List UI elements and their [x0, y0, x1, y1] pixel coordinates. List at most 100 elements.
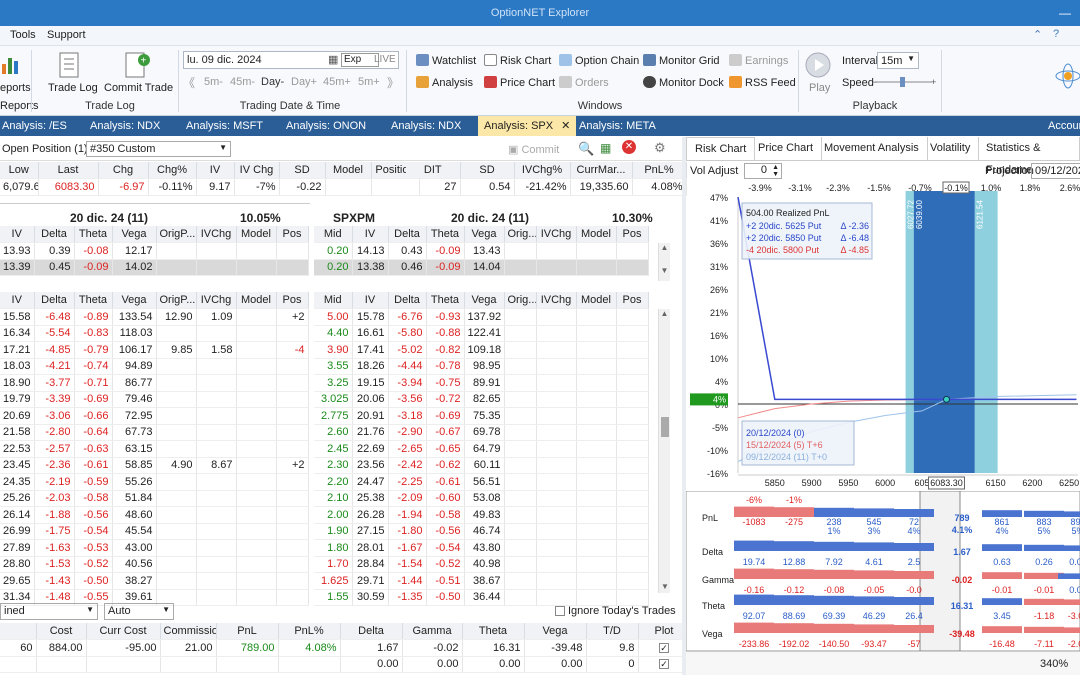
- close-icon[interactable]: ✕: [561, 120, 570, 132]
- tab-analysis-spx[interactable]: Analysis: SPX ✕: [478, 116, 577, 136]
- table-row[interactable]: 2.00 26.28 -1.94 -0.58 49.83: [314, 506, 649, 524]
- table-row[interactable]: 3.90 17.41 -5.02 -0.82 109.18: [314, 341, 649, 359]
- table-row[interactable]: 3.25 19.15 -3.94 -0.75 89.91: [314, 374, 649, 392]
- table-row[interactable]: 1.90 27.15 -1.80 -0.56 46.74: [314, 523, 649, 540]
- table-row[interactable]: 0.20 14.13 0.43 -0.09 13.43: [314, 242, 649, 260]
- orders-button[interactable]: Orders: [559, 76, 609, 89]
- tab-analysis-meta[interactable]: Analysis: META: [577, 116, 658, 136]
- table-row[interactable]: 1.625 29.71 -1.44 -0.51 38.67: [314, 572, 649, 590]
- table-row[interactable]: 24.35 -2.19 -0.59 55.26: [0, 473, 309, 491]
- calendar-icon[interactable]: ▦: [328, 53, 338, 66]
- step-day-fwd[interactable]: Day+: [291, 76, 317, 88]
- table-row[interactable]: 0.20 13.38 0.46 -0.09 14.04: [314, 259, 649, 276]
- table-row[interactable]: 21.58 -2.80 -0.64 67.73: [0, 424, 309, 441]
- export-icon[interactable]: ▦: [600, 141, 611, 155]
- position-select[interactable]: #350 Custom ▼: [86, 141, 231, 157]
- watchlist-button[interactable]: Watchlist: [416, 54, 476, 67]
- option-chain-button[interactable]: Option Chain: [559, 54, 639, 67]
- table-row[interactable]: 28.80 -1.53 -0.52 40.56: [0, 556, 309, 573]
- table-row[interactable]: 2.10 25.38 -2.09 -0.60 53.08: [314, 490, 649, 507]
- rss-feed-button[interactable]: RSS Feed: [729, 76, 796, 89]
- risk-chart-button[interactable]: Risk Chart: [484, 54, 551, 67]
- table-row[interactable]: 18.03 -4.21 -0.74 94.89: [0, 358, 309, 375]
- table-row[interactable]: 3.55 18.26 -4.44 -0.78 98.95: [314, 358, 649, 375]
- tab-statistics[interactable]: Statistics & Fundame: [978, 137, 1080, 176]
- table-row[interactable]: 17.21 -4.85 -0.79 106.17 9.85 1.58 -4: [0, 341, 309, 359]
- main-chain-scrollbar[interactable]: ▲ ▼: [658, 309, 670, 593]
- step-5m-fwd[interactable]: 5m+: [358, 76, 380, 88]
- search-icon[interactable]: 🔍: [578, 141, 594, 157]
- play-icon[interactable]: [805, 52, 831, 81]
- tab-risk-chart[interactable]: Risk Chart: [686, 137, 756, 160]
- table-row[interactable]: 2.45 22.69 -2.65 -0.65 64.79: [314, 440, 649, 458]
- auto-combo[interactable]: Auto ▼: [104, 603, 174, 620]
- table-row[interactable]: 3.025 20.06 -3.56 -0.72 82.65: [314, 391, 649, 408]
- tab-account[interactable]: Accoun: [1046, 116, 1080, 136]
- table-row[interactable]: 19.79 -3.39 -0.69 79.46: [0, 391, 309, 408]
- speed-slider[interactable]: − +: [872, 76, 938, 88]
- step-forward-icon[interactable]: 》: [387, 74, 399, 91]
- tab-analysis-onon[interactable]: Analysis: ONON: [284, 116, 368, 136]
- table-row[interactable]: 27.89 -1.63 -0.53 43.00: [0, 539, 309, 557]
- minimize-button[interactable]: —: [1050, 0, 1080, 26]
- trading-date-field[interactable]: lu. 09 dic. 2024 ▦ Exp LIVE: [183, 51, 399, 69]
- tab-movement-analysis[interactable]: Movement Analysis: [816, 137, 928, 160]
- menu-support[interactable]: Support: [47, 29, 86, 41]
- vol-adjust-input[interactable]: 0 ▲ ▼: [744, 163, 782, 179]
- table-row[interactable]: 1.70 28.84 -1.54 -0.52 40.98: [314, 556, 649, 573]
- table-row[interactable]: 4.40 16.61 -5.80 -0.88 122.41: [314, 325, 649, 342]
- tab-analysis-msft[interactable]: Analysis: MSFT: [184, 116, 265, 136]
- table-row[interactable]: 26.99 -1.75 -0.54 45.54: [0, 523, 309, 540]
- reports-button[interactable]: [0, 52, 22, 79]
- tab-price-chart[interactable]: Price Chart: [750, 137, 823, 160]
- ignore-trades-checkbox[interactable]: [555, 606, 565, 616]
- table-row[interactable]: 2.20 24.47 -2.25 -0.61 56.51: [314, 473, 649, 491]
- price-chart-button[interactable]: Price Chart: [484, 76, 555, 89]
- commit-trade-button[interactable]: Commit Trade: [104, 82, 173, 94]
- step-45m-fwd[interactable]: 45m+: [323, 76, 351, 88]
- table-row[interactable]: 25.26 -2.03 -0.58 51.84: [0, 490, 309, 507]
- table-row[interactable]: 23.45 -2.36 -0.61 58.85 4.90 8.67 +2: [0, 457, 309, 474]
- table-row[interactable]: 16.34 -5.54 -0.83 118.03: [0, 325, 309, 342]
- tab-analysis-es[interactable]: Analysis: /ES: [0, 116, 69, 136]
- menu-tools[interactable]: Tools: [10, 29, 36, 41]
- top-chain-scrollbar[interactable]: ▲ ▼: [658, 243, 670, 281]
- trade-log-icon[interactable]: [58, 52, 80, 81]
- plot-checkbox[interactable]: ✓: [659, 659, 669, 670]
- table-row[interactable]: 29.65 -1.43 -0.50 38.27: [0, 572, 309, 590]
- step-5m-back[interactable]: 5m-: [204, 76, 223, 88]
- help-icon[interactable]: ?: [1053, 28, 1059, 40]
- tab-analysis-ndx-2[interactable]: Analysis: NDX: [389, 116, 463, 136]
- tab-analysis-ndx[interactable]: Analysis: NDX: [88, 116, 162, 136]
- step-45m-back[interactable]: 45m-: [230, 76, 255, 88]
- table-row[interactable]: 22.53 -2.57 -0.63 63.15: [0, 440, 309, 458]
- trade-log-button[interactable]: Trade Log: [48, 82, 98, 94]
- monitor-dock-button[interactable]: Monitor Dock: [643, 76, 724, 89]
- interval-select[interactable]: 15m ▼: [877, 52, 919, 69]
- scrollbar-thumb[interactable]: [661, 417, 669, 437]
- table-row[interactable]: 13.39 0.45 -0.09 14.02: [0, 259, 309, 276]
- step-day-back[interactable]: Day-: [261, 76, 284, 88]
- analysis-button[interactable]: Analysis: [416, 76, 473, 89]
- delete-icon[interactable]: ✕: [622, 140, 636, 154]
- table-row[interactable]: 26.14 -1.88 -0.56 48.60: [0, 506, 309, 524]
- step-back-icon[interactable]: 《: [183, 74, 195, 91]
- commit-button[interactable]: ▣ Commit: [508, 143, 559, 156]
- group-combo[interactable]: ined ▼: [0, 603, 98, 620]
- chevron-up-icon[interactable]: ⌃: [1033, 28, 1042, 41]
- play-button[interactable]: Play: [809, 82, 830, 94]
- commit-trade-icon[interactable]: +: [124, 52, 150, 81]
- risk-chart[interactable]: -3.9% -3.1% -2.3% -1.5% -0.7% -0.1% 1.0% 1.8% 2.…: [686, 181, 1080, 491]
- table-row[interactable]: 5.00 15.78 -6.76 -0.93 137.92: [314, 308, 649, 326]
- monitor-grid-button[interactable]: Monitor Grid: [643, 54, 720, 67]
- spinner-icon[interactable]: ▲ ▼: [772, 164, 779, 178]
- table-row[interactable]: 20.69 -3.06 -0.66 72.95: [0, 407, 309, 425]
- tab-volatility[interactable]: Volatility: [922, 137, 980, 160]
- table-row[interactable]: 13.93 0.39 -0.08 12.17: [0, 242, 309, 260]
- table-row[interactable]: 18.90 -3.77 -0.71 86.77: [0, 374, 309, 392]
- table-row[interactable]: 2.60 21.76 -2.90 -0.67 69.78: [314, 424, 649, 441]
- table-row[interactable]: 15.58 -6.48 -0.89 133.54 12.90 1.09 +2: [0, 308, 309, 326]
- earnings-button[interactable]: Earnings: [729, 54, 788, 67]
- plot-checkbox[interactable]: ✓: [659, 642, 669, 653]
- table-row[interactable]: 2.775 20.91 -3.18 -0.69 75.35: [314, 407, 649, 425]
